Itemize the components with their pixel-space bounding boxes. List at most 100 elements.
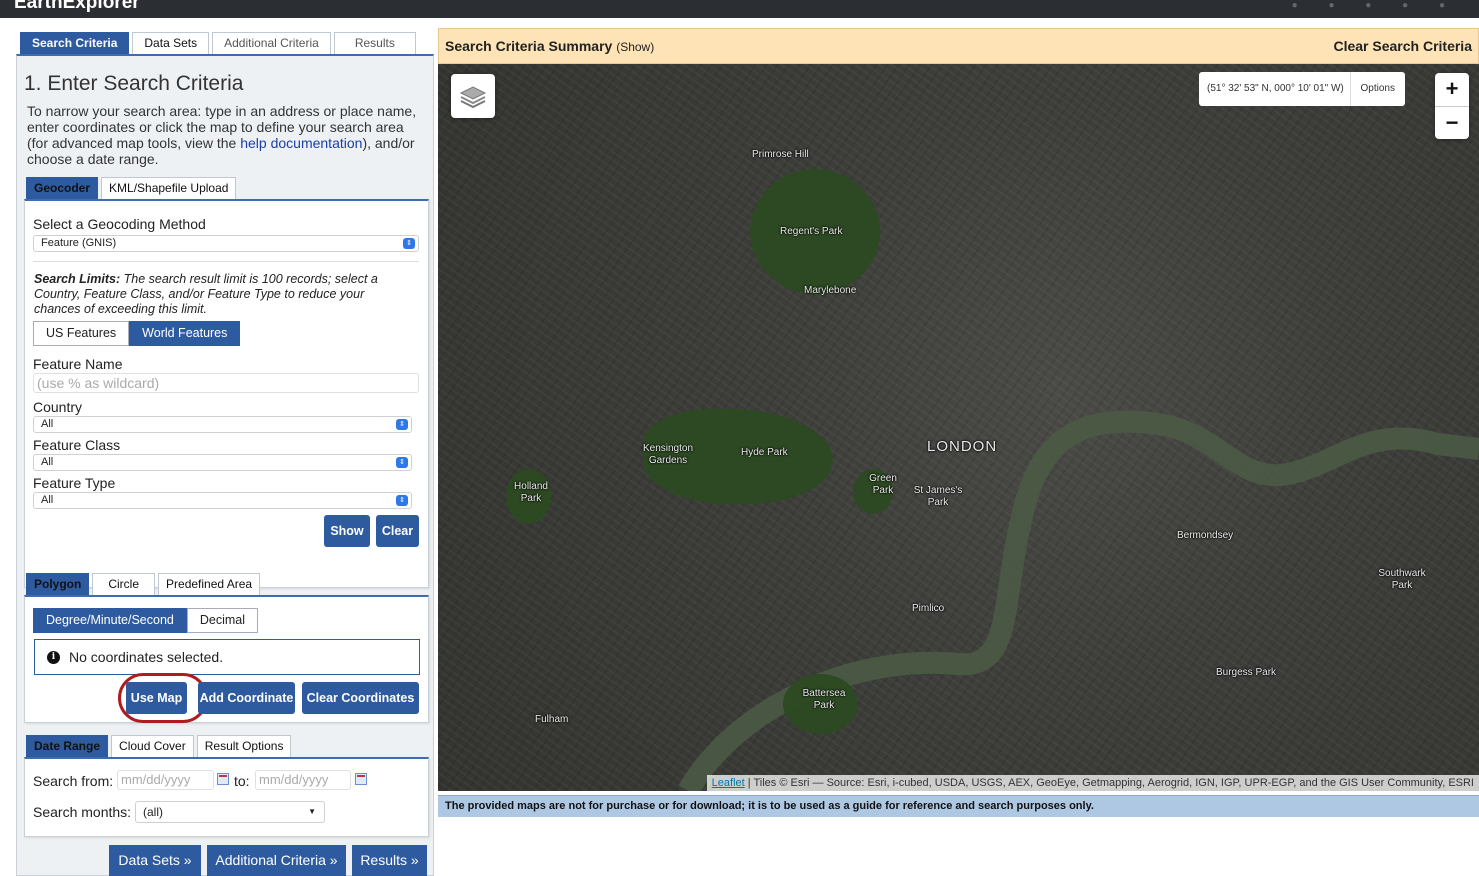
results-nav-button[interactable]: Results » — [352, 845, 427, 876]
coordinate-text: (51° 32' 53" N, 000° 10' 01" W) — [1207, 83, 1344, 94]
use-map-button[interactable]: Use Map — [126, 682, 187, 714]
tab-cloud-cover[interactable]: Cloud Cover — [111, 735, 194, 757]
world-features-button[interactable]: World Features — [129, 321, 241, 346]
tab-polygon[interactable]: Polygon — [26, 573, 90, 595]
search-to-input[interactable]: mm/dd/yyyy — [255, 770, 351, 790]
divider — [33, 261, 419, 262]
map-label-marylebone: Marylebone — [804, 285, 857, 296]
search-limits-note: Search Limits: The search result limit i… — [34, 272, 414, 317]
main-tabs: Search Criteria Data Sets Additional Cri… — [20, 32, 419, 54]
add-coordinate-button[interactable]: Add Coordinate — [198, 682, 295, 714]
calendar-icon[interactable] — [355, 773, 367, 785]
clear-search-criteria-button[interactable]: Clear Search Criteria — [1333, 38, 1472, 54]
zoom-control: + − — [1435, 73, 1469, 139]
country-select[interactable]: All ⇕ — [33, 416, 412, 433]
map-label-bermondsey: Bermondsey — [1177, 530, 1234, 541]
feature-class-select[interactable]: All ⇕ — [33, 454, 412, 471]
data-sets-nav-button[interactable]: Data Sets » — [109, 845, 201, 876]
summary-show-link[interactable]: (Show) — [616, 40, 654, 54]
additional-criteria-nav-button[interactable]: Additional Criteria » — [207, 845, 346, 876]
us-features-button[interactable]: US Features — [33, 321, 130, 346]
tab-date-range[interactable]: Date Range — [26, 735, 109, 757]
search-from-input[interactable]: mm/dd/yyyy — [117, 770, 214, 790]
map-label-burgess: Burgess Park — [1216, 667, 1277, 678]
help-documentation-link[interactable]: help documentation — [240, 135, 362, 151]
search-criteria-panel: Search Criteria Data Sets Additional Cri… — [16, 28, 434, 876]
map-label-stjames: St James's Park — [913, 485, 963, 508]
tab-search-criteria[interactable]: Search Criteria — [20, 32, 130, 54]
layers-button[interactable] — [451, 74, 495, 118]
zoom-out-button[interactable]: − — [1435, 106, 1469, 139]
app-logo[interactable]: EarthExplorer — [14, 0, 140, 14]
map-label-holland: Holland Park — [514, 481, 548, 504]
river-thames — [678, 410, 1479, 791]
geocoder-tabs: Geocoder KML/Shapefile Upload — [26, 177, 239, 199]
shape-tabs: Polygon Circle Predefined Area — [26, 573, 263, 595]
page-title: 1. Enter Search Criteria — [24, 72, 244, 95]
leaflet-link[interactable]: Leaflet — [712, 777, 745, 789]
tab-data-sets[interactable]: Data Sets — [132, 32, 210, 54]
attribution-text: | Tiles © Esri — Source: Esri, i-cubed, … — [744, 777, 1474, 789]
feature-scope-toggle: US Features World Features — [33, 321, 241, 346]
search-months-select[interactable]: (all) ▼ — [135, 801, 325, 823]
zoom-in-button[interactable]: + — [1435, 73, 1469, 106]
feature-type-select[interactable]: All ⇕ — [33, 492, 412, 509]
to-label: to: — [234, 773, 250, 789]
layers-icon-top — [459, 86, 487, 100]
map-label-green: Green Park — [869, 473, 897, 496]
feature-name-input[interactable]: (use % as wildcard) — [33, 373, 419, 393]
country-label: Country — [33, 399, 83, 415]
search-months-value: (all) — [143, 805, 163, 819]
date-tabs: Date Range Cloud Cover Result Options — [26, 735, 294, 757]
select-arrow-icon: ⇕ — [396, 495, 408, 506]
summary-title-text: Search Criteria Summary — [445, 38, 613, 54]
map-label-fulham: Fulham — [535, 714, 569, 725]
feature-class-label: Feature Class — [33, 437, 121, 453]
select-arrow-icon: ⇕ — [396, 457, 408, 468]
top-bar: EarthExplorer ● ● ● ● ● — [0, 0, 1479, 18]
tab-predefined-area[interactable]: Predefined Area — [158, 573, 261, 595]
search-limits-heading: Search Limits: — [34, 272, 121, 286]
coordinate-readout: (51° 32' 53" N, 000° 10' 01" W) Options — [1199, 72, 1405, 106]
satellite-map[interactable]: Primrose Hill Regent's Park Marylebone K… — [438, 64, 1479, 791]
tab-result-options[interactable]: Result Options — [196, 735, 292, 757]
feature-class-value: All — [41, 456, 54, 468]
search-from-label: Search from: — [33, 773, 114, 789]
map-options-button[interactable]: Options — [1349, 72, 1405, 106]
search-criteria-summary-bar: Search Criteria Summary (Show) Clear Sea… — [438, 28, 1479, 64]
tab-kml-upload[interactable]: KML/Shapefile Upload — [101, 177, 237, 199]
decimal-button[interactable]: Decimal — [186, 608, 259, 633]
clear-coordinates-button[interactable]: Clear Coordinates — [302, 682, 419, 714]
map-label-southwark: Southwark Park — [1378, 568, 1426, 591]
dms-button[interactable]: Degree/Minute/Second — [33, 608, 187, 633]
geocoding-method-label: Select a Geocoding Method — [33, 216, 206, 232]
map-disclaimer: The provided maps are not for purchase o… — [438, 795, 1479, 817]
tab-geocoder[interactable]: Geocoder — [26, 177, 99, 199]
clear-button[interactable]: Clear — [376, 515, 419, 547]
map-attribution: Leaflet | Tiles © Esri — Source: Esri, i… — [706, 775, 1479, 791]
country-value: All — [41, 418, 54, 430]
date-range-box: Search from: mm/dd/yyyy to: mm/dd/yyyy S… — [24, 757, 429, 837]
geocoder-box: Select a Geocoding Method Feature (GNIS)… — [24, 199, 429, 588]
geocoding-method-select[interactable]: Feature (GNIS) ⇕ — [33, 235, 419, 252]
tab-circle[interactable]: Circle — [92, 573, 156, 595]
feature-type-value: All — [41, 494, 54, 506]
map-label-kensington: Kensington Gardens — [642, 443, 694, 466]
map-label-hyde: Hyde Park — [741, 447, 788, 458]
map-label-london: LONDON — [927, 438, 998, 455]
panel-body: 1. Enter Search Criteria To narrow your … — [16, 54, 434, 876]
tab-additional-criteria[interactable]: Additional Criteria — [212, 32, 331, 54]
alert-text: No coordinates selected. — [69, 649, 224, 665]
calendar-icon[interactable] — [217, 773, 229, 785]
map-label-primrose: Primrose Hill — [752, 149, 809, 160]
tab-results[interactable]: Results — [333, 32, 416, 54]
map-label-battersea: Battersea Park — [802, 688, 846, 711]
intro-text: To narrow your search area: type in an a… — [27, 103, 427, 167]
feature-type-label: Feature Type — [33, 475, 116, 491]
coordinate-format-toggle: Degree/Minute/Second Decimal — [33, 608, 259, 633]
no-coordinates-alert: i No coordinates selected. — [34, 639, 420, 675]
geocoding-method-value: Feature (GNIS) — [41, 237, 117, 249]
map-label-regents: Regent's Park — [780, 226, 843, 237]
chevron-down-icon: ▼ — [308, 807, 316, 816]
show-button[interactable]: Show — [324, 515, 370, 547]
